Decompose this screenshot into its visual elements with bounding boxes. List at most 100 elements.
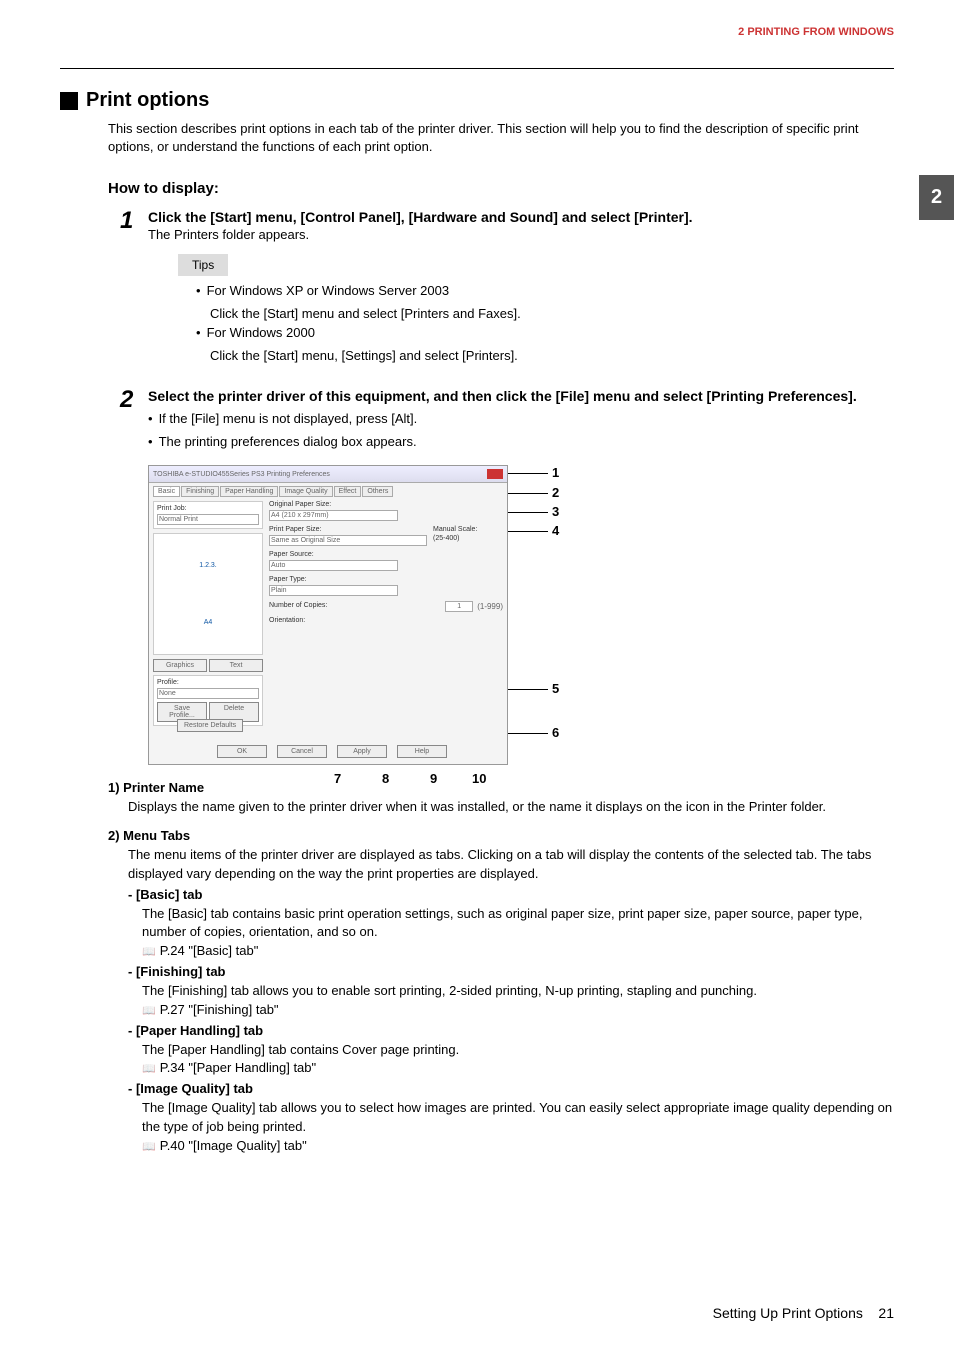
dialog-title: TOSHIBA e-STUDIO455Series PS3 Printing P… xyxy=(153,471,330,478)
ok-button[interactable]: OK xyxy=(217,745,267,758)
callout-10: 10 xyxy=(472,771,486,786)
callout-3: 3 xyxy=(552,504,559,519)
paper-type-label: Paper Type: xyxy=(269,576,503,583)
apply-button[interactable]: Apply xyxy=(337,745,387,758)
dialog-titlebar: TOSHIBA e-STUDIO455Series PS3 Printing P… xyxy=(149,466,507,483)
help-button[interactable]: Help xyxy=(397,745,447,758)
callout-1: 1 xyxy=(552,465,559,480)
callout-7: 7 xyxy=(334,771,341,786)
manual-scale-range: (25-400) xyxy=(433,535,503,542)
step-2-head: Select the printer driver of this equipm… xyxy=(148,388,894,404)
subtab-finishing-body: The [Finishing] tab allows you to enable… xyxy=(142,982,894,1001)
callout-4: 4 xyxy=(552,523,559,538)
printing-preferences-dialog: TOSHIBA e-STUDIO455Series PS3 Printing P… xyxy=(148,465,508,765)
subtab-finishing-head: [Finishing] tab xyxy=(128,963,894,982)
callout-2: 2 xyxy=(552,485,559,500)
tab-image-quality[interactable]: Image Quality xyxy=(279,486,332,497)
step-1: 1 Click the [Start] menu, [Control Panel… xyxy=(120,209,894,377)
callout-line xyxy=(508,689,548,690)
callout-line xyxy=(508,531,548,532)
print-job-label: Print Job: xyxy=(157,505,259,512)
callout-5: 5 xyxy=(552,681,559,696)
step-2-bullet-2: The printing preferences dialog box appe… xyxy=(148,433,894,452)
section-title-text: Print options xyxy=(86,89,209,112)
desc-menu-tabs: 2) Menu Tabs The menu items of the print… xyxy=(108,827,894,1156)
manual-scale-label: Manual Scale: xyxy=(433,526,503,533)
subtab-image-quality: [Image Quality] tab The [Image Quality] … xyxy=(128,1080,894,1155)
tab-effect[interactable]: Effect xyxy=(334,486,362,497)
print-job-group: Print Job: Normal Print xyxy=(153,501,263,529)
desc-2-body: The menu items of the printer driver are… xyxy=(128,846,894,884)
subtab-ph-body: The [Paper Handling] tab contains Cover … xyxy=(142,1041,894,1060)
footer: Setting Up Print Options 21 xyxy=(713,1305,894,1321)
callout-line xyxy=(508,473,548,474)
subtab-basic: [Basic] tab The [Basic] tab contains bas… xyxy=(128,886,894,961)
tips-box: Tips For Windows XP or Windows Server 20… xyxy=(178,254,894,365)
tab-others[interactable]: Others xyxy=(362,486,393,497)
footer-text: Setting Up Print Options xyxy=(713,1305,863,1321)
desc-printer-name: 1) Printer Name Displays the name given … xyxy=(108,779,894,817)
section-title: Print options xyxy=(60,89,894,112)
paper-type-select[interactable]: Plain xyxy=(269,585,398,596)
page-number: 21 xyxy=(878,1305,894,1321)
tips-label: Tips xyxy=(178,254,228,276)
subtab-ph-link[interactable]: P.34 "[Paper Handling] tab" xyxy=(142,1059,894,1078)
paper-source-select[interactable]: Auto xyxy=(269,560,398,571)
print-job-select[interactable]: Normal Print xyxy=(157,514,259,525)
paper-source-label: Paper Source: xyxy=(269,551,503,558)
tip-2-body: Click the [Start] menu, [Settings] and s… xyxy=(210,347,894,366)
profile-select[interactable]: None xyxy=(157,688,259,699)
print-size-label: Print Paper Size: xyxy=(269,526,427,533)
how-to-display-heading: How to display: xyxy=(108,180,894,197)
step-number: 1 xyxy=(120,209,148,377)
subtab-finishing-link[interactable]: P.27 "[Finishing] tab" xyxy=(142,1001,894,1020)
copies-label: Number of Copies: xyxy=(269,602,441,609)
close-icon[interactable] xyxy=(487,469,503,479)
desc-1-body: Displays the name given to the printer d… xyxy=(128,798,894,817)
subtab-basic-link[interactable]: P.24 "[Basic] tab" xyxy=(142,942,894,961)
callout-9: 9 xyxy=(430,771,437,786)
subtab-ph-head: [Paper Handling] tab xyxy=(128,1022,894,1041)
preview-pane: 1.2.3. A4 xyxy=(153,533,263,655)
step-number: 2 xyxy=(120,388,148,456)
dialog-tabs: Basic Finishing Paper Handling Image Qua… xyxy=(149,483,507,497)
copies-input[interactable]: 1 xyxy=(445,601,473,612)
callout-6: 6 xyxy=(552,725,559,740)
subtab-paper-handling: [Paper Handling] tab The [Paper Handling… xyxy=(128,1022,894,1079)
restore-defaults-button[interactable]: Restore Defaults xyxy=(177,719,243,732)
tab-basic[interactable]: Basic xyxy=(153,486,180,497)
running-head: 2 PRINTING FROM WINDOWS xyxy=(60,26,894,69)
step-1-head: Click the [Start] menu, [Control Panel],… xyxy=(148,209,894,225)
tip-1-lead: For Windows XP or Windows Server 2003 xyxy=(196,282,894,301)
tip-1-body: Click the [Start] menu and select [Print… xyxy=(210,305,894,324)
chapter-thumb-tab: 2 xyxy=(919,175,954,220)
step-1-sub: The Printers folder appears. xyxy=(148,227,894,242)
callout-line xyxy=(508,512,548,513)
step-2: 2 Select the printer driver of this equi… xyxy=(120,388,894,456)
subtab-finishing: [Finishing] tab The [Finishing] tab allo… xyxy=(128,963,894,1020)
tab-finishing[interactable]: Finishing xyxy=(181,486,219,497)
tip-2-lead: For Windows 2000 xyxy=(196,324,894,343)
subtab-iq-link[interactable]: P.40 "[Image Quality] tab" xyxy=(142,1137,894,1156)
callout-line xyxy=(508,493,548,494)
desc-1-head: 1) Printer Name xyxy=(108,779,894,798)
desc-2-head: 2) Menu Tabs xyxy=(108,827,894,846)
subtab-basic-body: The [Basic] tab contains basic print ope… xyxy=(142,905,894,943)
subtab-basic-head: [Basic] tab xyxy=(128,886,894,905)
subtab-iq-body: The [Image Quality] tab allows you to se… xyxy=(142,1099,894,1137)
callout-8: 8 xyxy=(382,771,389,786)
subtab-iq-head: [Image Quality] tab xyxy=(128,1080,894,1099)
original-size-label: Original Paper Size: xyxy=(269,501,503,508)
graphics-button[interactable]: Graphics xyxy=(153,659,207,672)
cancel-button[interactable]: Cancel xyxy=(277,745,327,758)
original-size-select[interactable]: A4 (210 x 297mm) xyxy=(269,510,398,521)
section-intro: This section describes print options in … xyxy=(108,120,894,156)
orientation-label: Orientation: xyxy=(269,617,503,624)
preview-123: 1.2.3. xyxy=(199,562,217,569)
preview-a4: A4 xyxy=(204,619,213,626)
tab-paper-handling[interactable]: Paper Handling xyxy=(220,486,278,497)
copies-range: (1-999) xyxy=(477,602,503,611)
print-size-select[interactable]: Same as Original Size xyxy=(269,535,427,546)
text-button[interactable]: Text xyxy=(209,659,263,672)
figure-wrapper: TOSHIBA e-STUDIO455Series PS3 Printing P… xyxy=(148,465,568,765)
